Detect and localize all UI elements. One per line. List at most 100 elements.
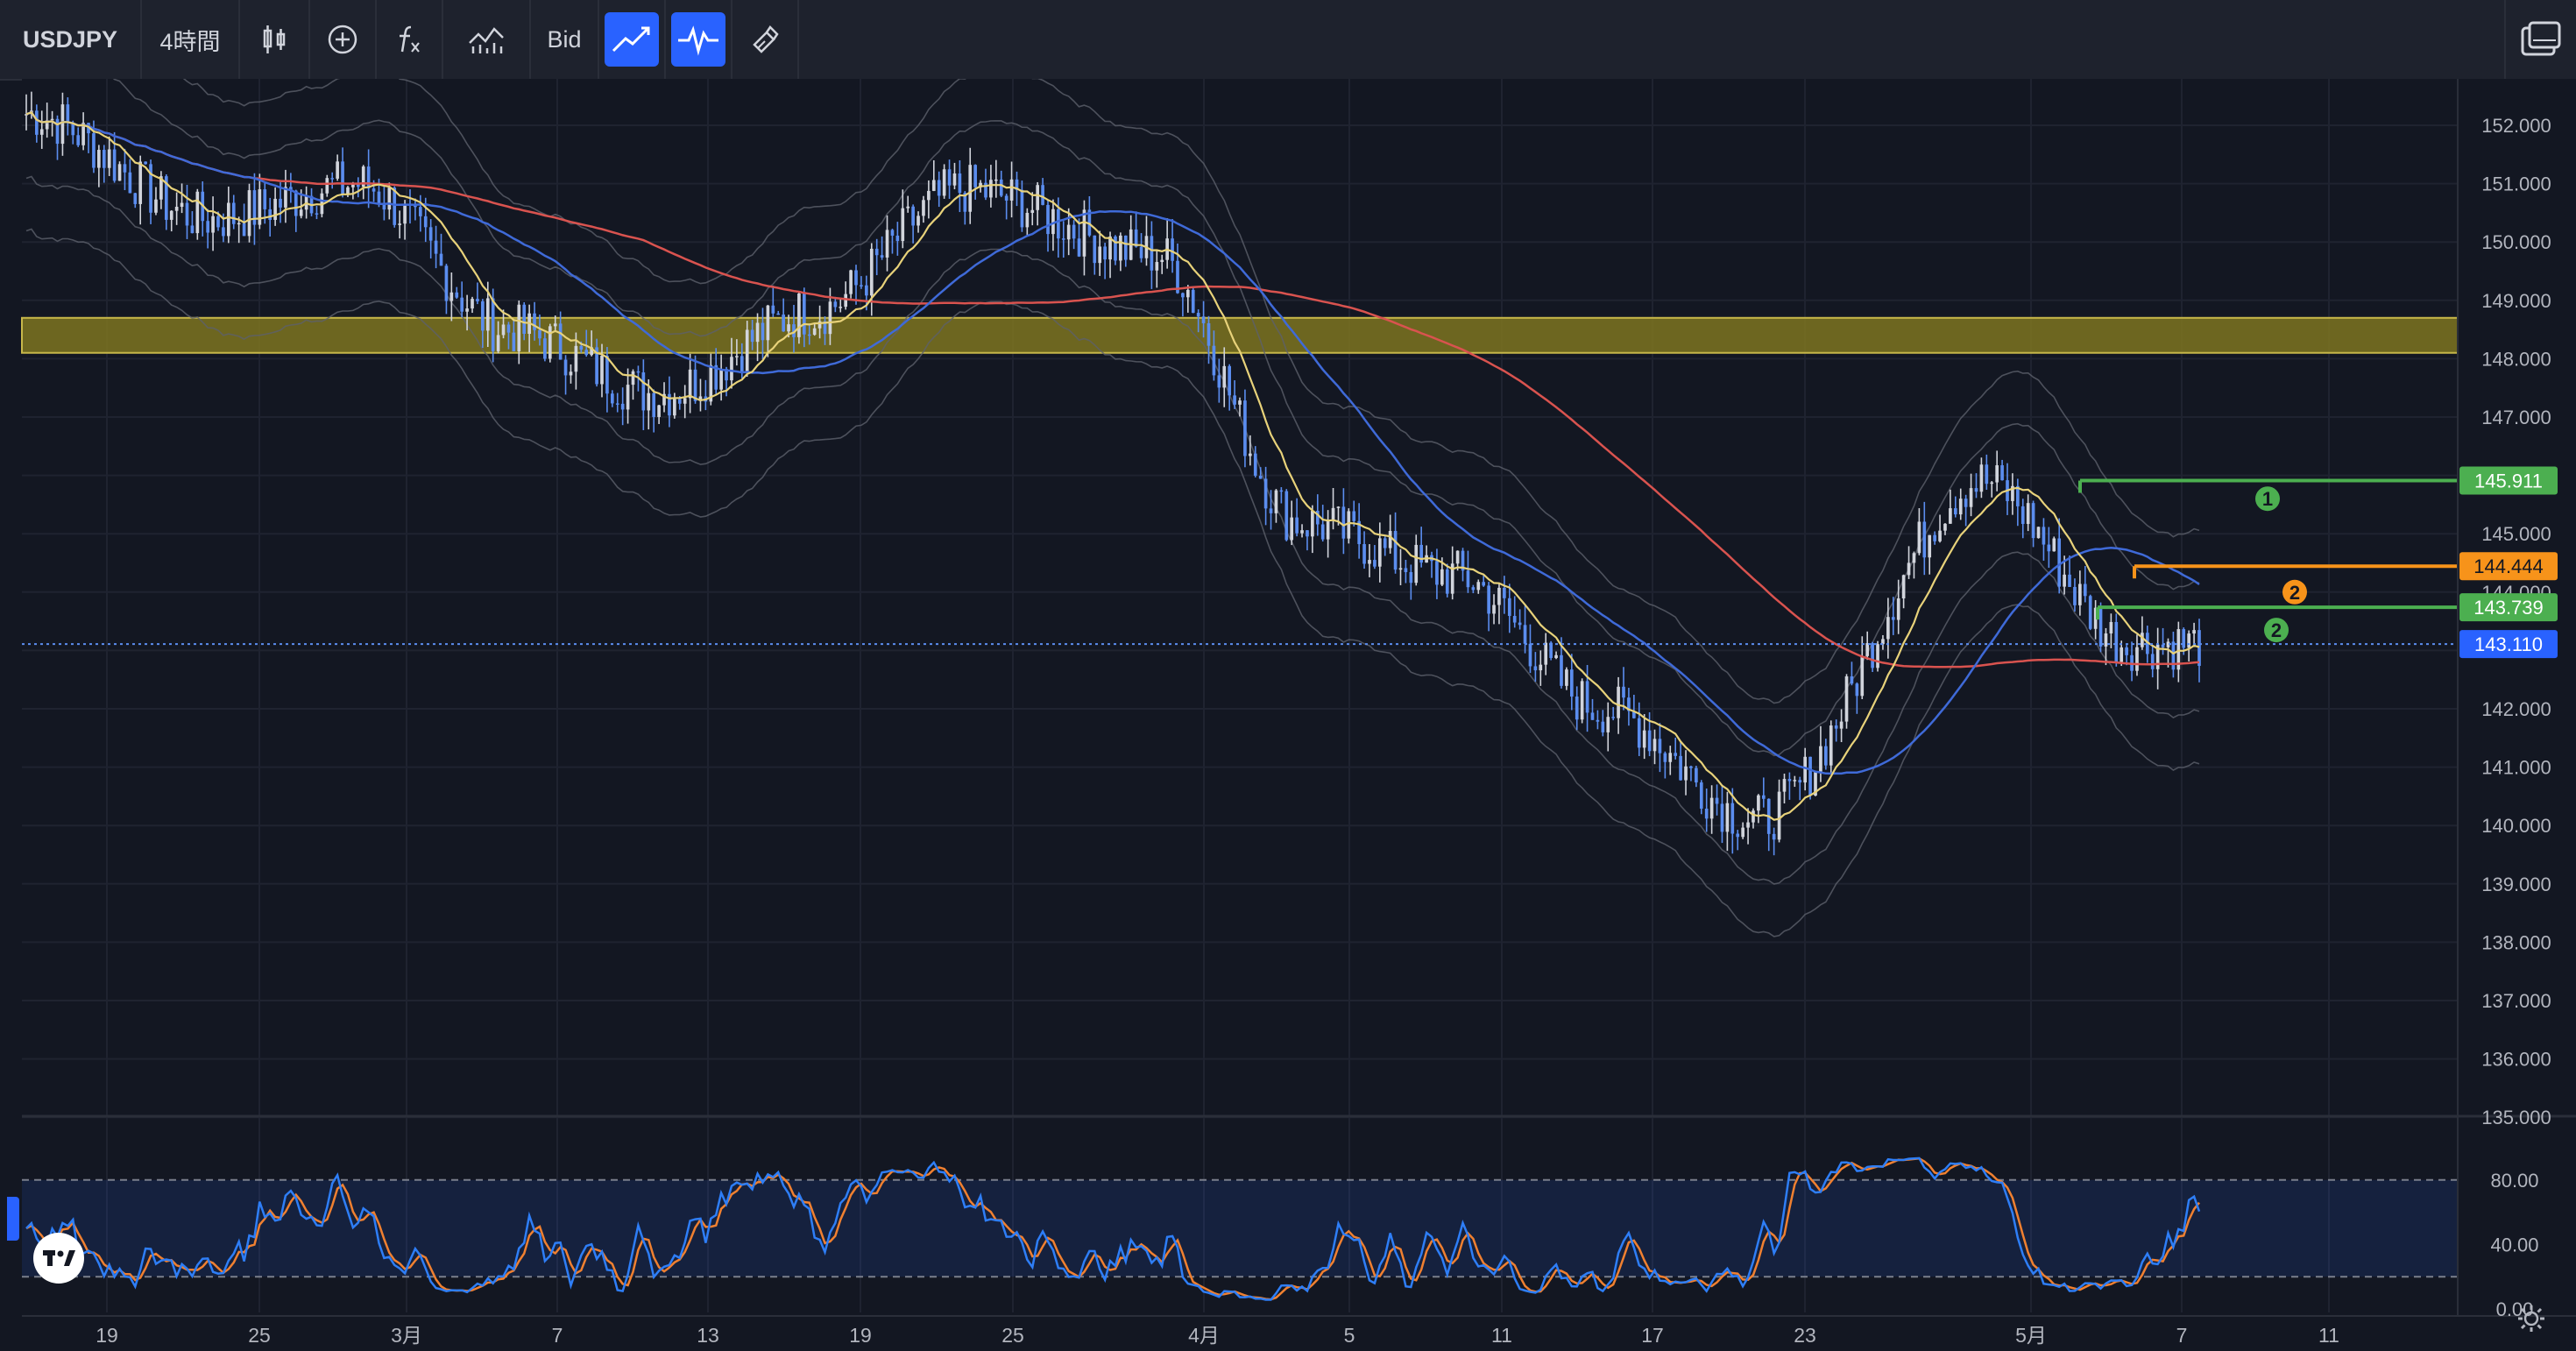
compare-icon	[469, 27, 504, 53]
date-label: 19	[849, 1324, 872, 1347]
add-indicator-button[interactable]	[310, 0, 377, 79]
candle-body	[1518, 622, 1522, 626]
layout-button[interactable]	[2504, 0, 2576, 79]
candle-body	[2057, 538, 2062, 587]
candle-body	[2135, 647, 2139, 671]
interval-label: 4時間	[159, 28, 221, 55]
settings-gear-icon[interactable]	[2516, 1304, 2546, 1333]
candle-body	[1279, 490, 1284, 492]
candle-body	[1533, 666, 1538, 671]
candle-body	[2161, 644, 2165, 647]
candle-body	[854, 270, 858, 286]
resistance-zone[interactable]	[21, 316, 2459, 354]
candle-body	[958, 173, 962, 194]
candle-body	[1492, 605, 1496, 614]
candle-body	[227, 202, 230, 237]
symbol-button[interactable]: USDJPY	[0, 0, 142, 79]
candle-body	[1300, 530, 1304, 534]
candle-body	[1114, 236, 1117, 261]
interval-button[interactable]: 4時間	[142, 0, 240, 79]
candle-body	[745, 329, 749, 373]
indicators-button[interactable]	[377, 0, 443, 79]
candle-body	[1311, 511, 1314, 537]
candle-body	[439, 253, 443, 266]
price-type-label: Bid	[547, 25, 582, 53]
candle-body	[1009, 179, 1014, 201]
brush-button[interactable]	[732, 0, 799, 79]
oscillator-tool-button[interactable]	[666, 0, 732, 79]
candle-body	[766, 305, 770, 341]
candle-body	[92, 133, 96, 168]
candle-body	[911, 206, 915, 226]
price-tag-label: 145.911	[2474, 470, 2543, 492]
price-label: 137.000	[2481, 990, 2551, 1012]
candle-body	[2182, 629, 2186, 648]
price-label: 141.000	[2481, 757, 2551, 779]
candle-body	[1336, 506, 1341, 508]
price-label: 151.000	[2481, 173, 2551, 195]
chart-area[interactable]: 152.000 151.000 150.000 149.000 148.000 147.0…	[0, 79, 2576, 1351]
candle-body	[1512, 616, 1517, 623]
candle-body	[1761, 795, 1766, 799]
candle-body	[543, 338, 547, 359]
candle-body	[1637, 718, 1641, 748]
candle-body	[657, 405, 661, 417]
line-tool-button[interactable]	[599, 0, 666, 79]
candle-body	[481, 301, 485, 331]
candle-body	[263, 189, 267, 209]
candle-body	[1782, 779, 1787, 792]
candle-body	[1228, 365, 1232, 396]
candle-body	[501, 324, 506, 336]
candle-body	[2063, 574, 2066, 587]
candle-body	[117, 164, 122, 181]
candle-body	[1938, 530, 1942, 541]
candle-body	[1207, 322, 1211, 346]
candle-body	[2047, 544, 2051, 552]
price-label: 150.000	[2481, 231, 2551, 253]
candle-body	[1544, 642, 1548, 665]
candle-body	[636, 371, 640, 373]
candle-body	[1030, 209, 1035, 213]
chart-type-button[interactable]	[240, 0, 310, 79]
candle-body	[444, 265, 449, 301]
candle-body	[2192, 630, 2196, 634]
candle-body	[916, 216, 920, 226]
compare-button[interactable]	[443, 0, 531, 79]
candle-body	[1824, 746, 1828, 766]
candle-body	[1695, 767, 1698, 783]
candle-body	[1964, 499, 1968, 507]
candle-body	[1663, 753, 1667, 762]
candle-body	[1201, 316, 1206, 323]
candle-body	[1876, 644, 1879, 668]
candle-body	[216, 216, 220, 228]
price-type-button[interactable]: Bid	[531, 0, 599, 79]
candle-body	[833, 301, 838, 308]
candle-body	[2125, 647, 2128, 655]
date-axis[interactable]: 19 25 3月 7 13 19 25 4月 5 11 17 23 5月 7 11	[96, 1324, 2339, 1347]
candle-body	[1191, 289, 1195, 314]
candle-body	[330, 178, 335, 180]
candle-body	[522, 304, 527, 335]
candle-body	[247, 190, 251, 237]
candle-body	[693, 369, 697, 401]
candle-body	[1606, 717, 1610, 732]
candle-body	[1928, 534, 1932, 558]
candle-body	[485, 298, 490, 331]
candle-body	[1995, 465, 1999, 483]
candle-body	[372, 188, 376, 192]
candle-body	[242, 223, 246, 237]
candle-body	[2171, 641, 2176, 670]
sidebar-toggle[interactable]	[7, 1197, 19, 1241]
candle-body	[102, 150, 106, 168]
tradingview-logo[interactable]	[33, 1233, 84, 1284]
candle-body	[1912, 553, 1916, 563]
candle-body	[931, 180, 936, 191]
candle-body	[1487, 585, 1490, 614]
candle-body	[1860, 655, 1865, 697]
candle-body	[1160, 259, 1164, 263]
candle-body	[631, 371, 635, 385]
candle-body	[533, 313, 536, 330]
candle-body	[1642, 730, 1646, 748]
candle-body	[1388, 530, 1392, 548]
candle-body	[398, 223, 401, 225]
